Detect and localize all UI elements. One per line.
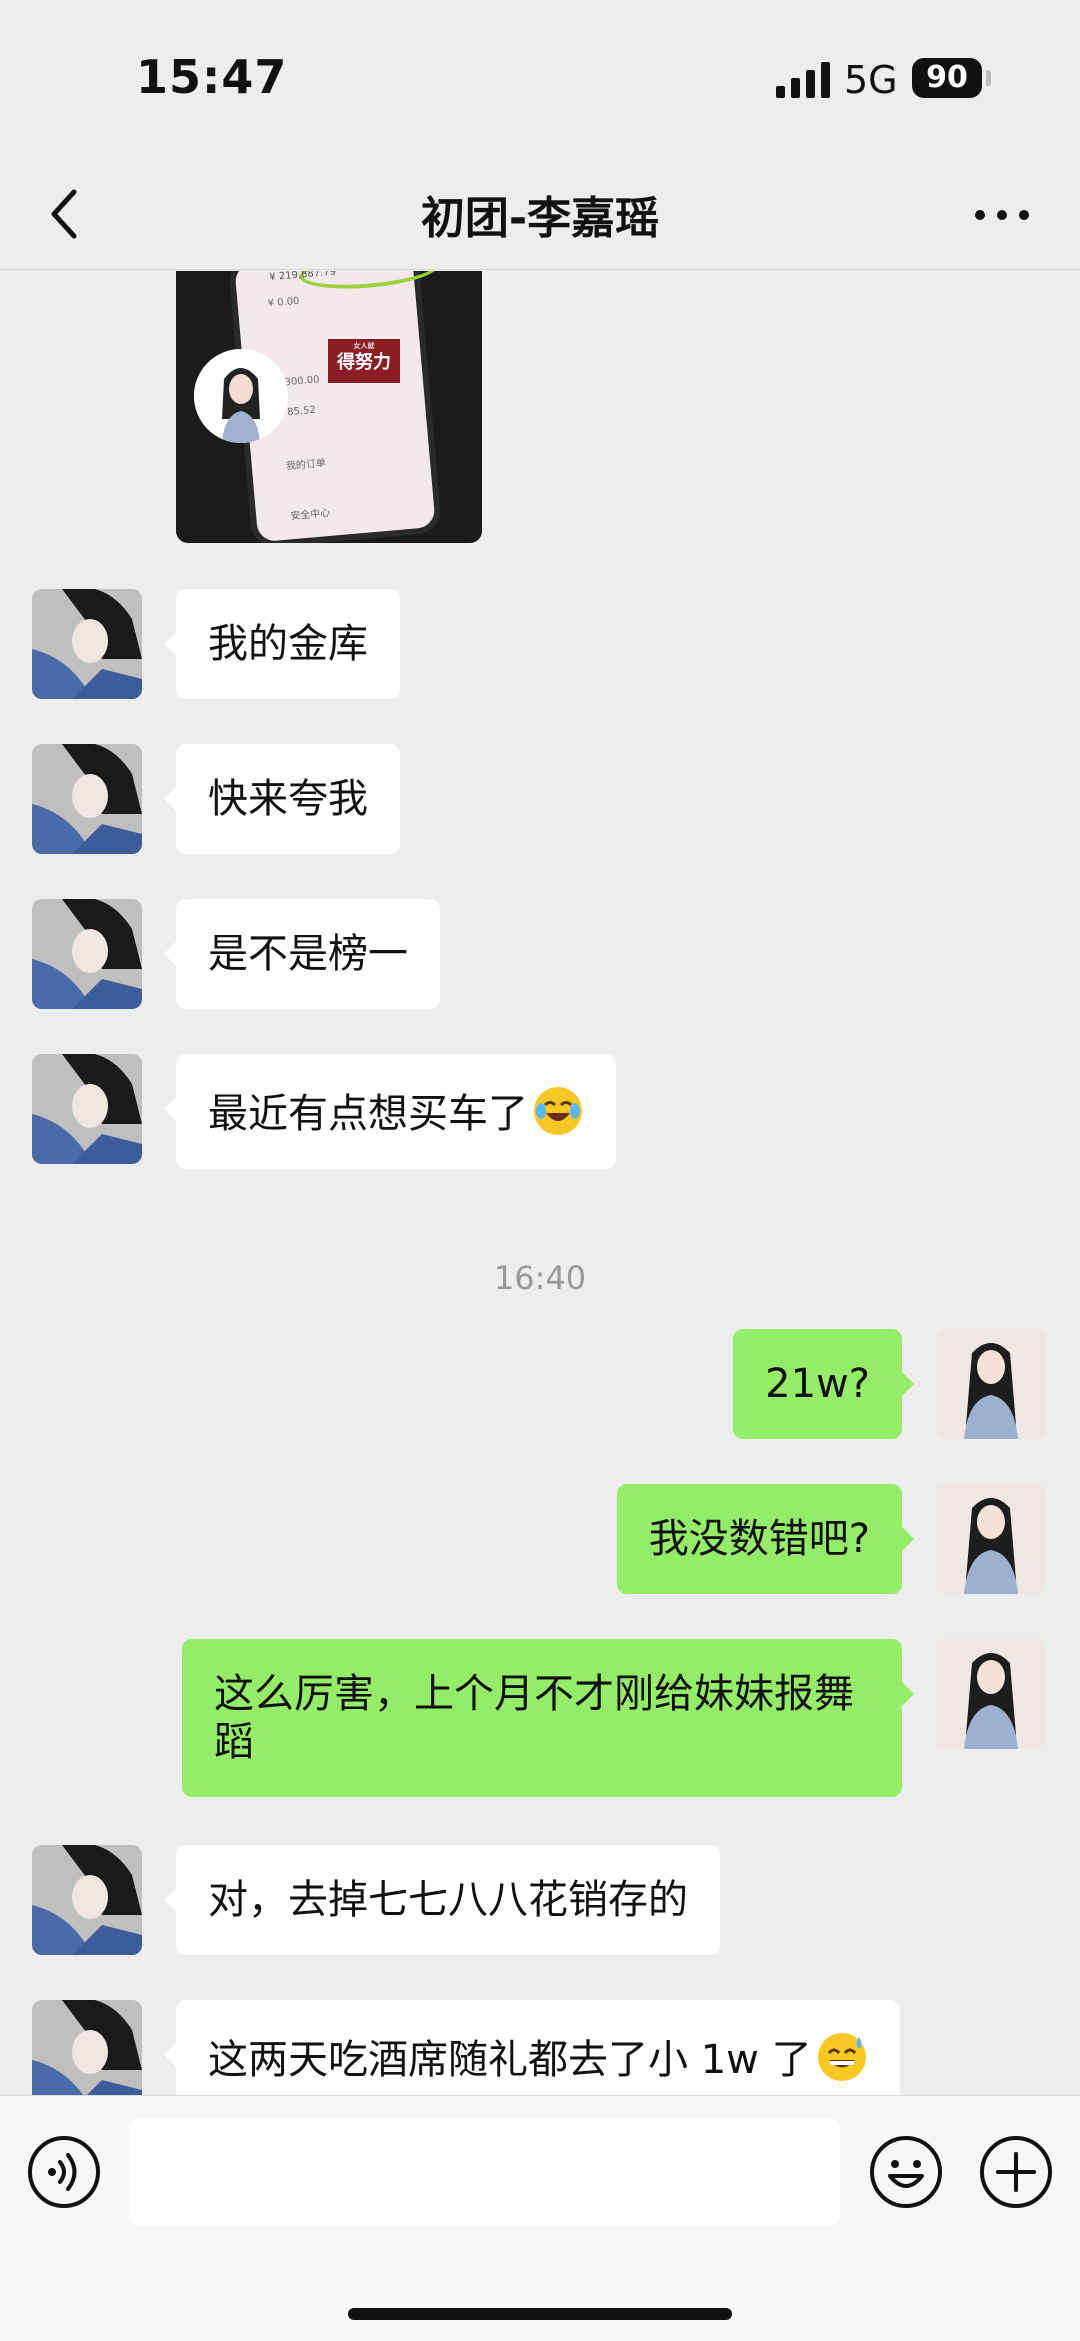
- message-input[interactable]: [130, 2118, 840, 2226]
- contact-avatar[interactable]: [32, 1054, 142, 1164]
- contact-avatar[interactable]: [32, 2000, 142, 2095]
- message-bubble-incoming[interactable]: 是不是榜一: [164, 899, 440, 1009]
- photo-row: ¥ 0.00: [267, 295, 300, 310]
- my-avatar[interactable]: [936, 1329, 1046, 1439]
- timestamp: 16:40: [493, 1259, 587, 1297]
- photo-row: 安全中心: [289, 507, 331, 523]
- contact-avatar[interactable]: [32, 1845, 142, 1955]
- photo-row: 85.52: [286, 404, 317, 419]
- chat-header: 初团-李嘉瑶: [0, 160, 1080, 270]
- my-avatar[interactable]: [936, 1484, 1046, 1594]
- crying-laughing-emoji-icon: [534, 1087, 582, 1135]
- emoji-icon[interactable]: [868, 2134, 944, 2210]
- voice-icon[interactable]: [26, 2134, 102, 2210]
- message-bubble-incoming[interactable]: 这两天吃酒席随礼都去了小 1w 了: [164, 2000, 900, 2095]
- cellular-signal-icon: [776, 62, 830, 98]
- contact-avatar[interactable]: [32, 899, 142, 1009]
- message-bubble-incoming[interactable]: 我的金库: [164, 589, 400, 699]
- more-dots-icon[interactable]: [972, 200, 1032, 230]
- message-bubble-incoming[interactable]: 快来夸我: [164, 744, 400, 854]
- contact-avatar[interactable]: [32, 744, 142, 854]
- image-message[interactable]: ¥ 219,887.79 ¥ 0.00 300.00 85.52 我的订单 安全…: [176, 271, 482, 543]
- message-bubble-outgoing[interactable]: 我没数错吧?: [616, 1484, 915, 1594]
- sweat-smile-emoji-icon: [817, 2033, 866, 2081]
- contact-avatar[interactable]: [32, 589, 142, 699]
- my-avatar[interactable]: [936, 1639, 1046, 1749]
- photo-row: 300.00: [284, 374, 321, 389]
- battery-tip: [986, 70, 991, 86]
- photo-avatar-sticker: [194, 349, 288, 443]
- photo-stamp: 女人就 得努力: [328, 339, 400, 383]
- message-list[interactable]: ¥ 219,887.79 ¥ 0.00 300.00 85.52 我的订单 安全…: [0, 271, 1080, 2095]
- message-text: 最近有点想买车了: [208, 1091, 528, 1137]
- status-bar: 15:47 5G 90: [0, 0, 1080, 160]
- message-bubble-incoming[interactable]: 对，去掉七七八八花销存的: [164, 1845, 720, 1955]
- home-indicator: [348, 2308, 732, 2320]
- input-bar: [0, 2095, 1080, 2341]
- plus-icon[interactable]: [978, 2134, 1054, 2210]
- message-bubble-outgoing[interactable]: 这么厉害，上个月不才刚给妹妹报舞蹈: [182, 1639, 914, 1797]
- chat-title: 初团-李嘉瑶: [420, 193, 660, 244]
- message-bubble-outgoing[interactable]: 21w?: [733, 1329, 914, 1439]
- status-time: 15:47: [136, 50, 288, 104]
- network-type: 5G: [844, 58, 898, 102]
- message-bubble-incoming[interactable]: 最近有点想买车了: [164, 1054, 616, 1169]
- message-text: 这两天吃酒席随礼都去了小 1w 了: [208, 2037, 812, 2083]
- battery-indicator: 90: [912, 58, 982, 98]
- photo-row: 我的订单: [285, 458, 327, 473]
